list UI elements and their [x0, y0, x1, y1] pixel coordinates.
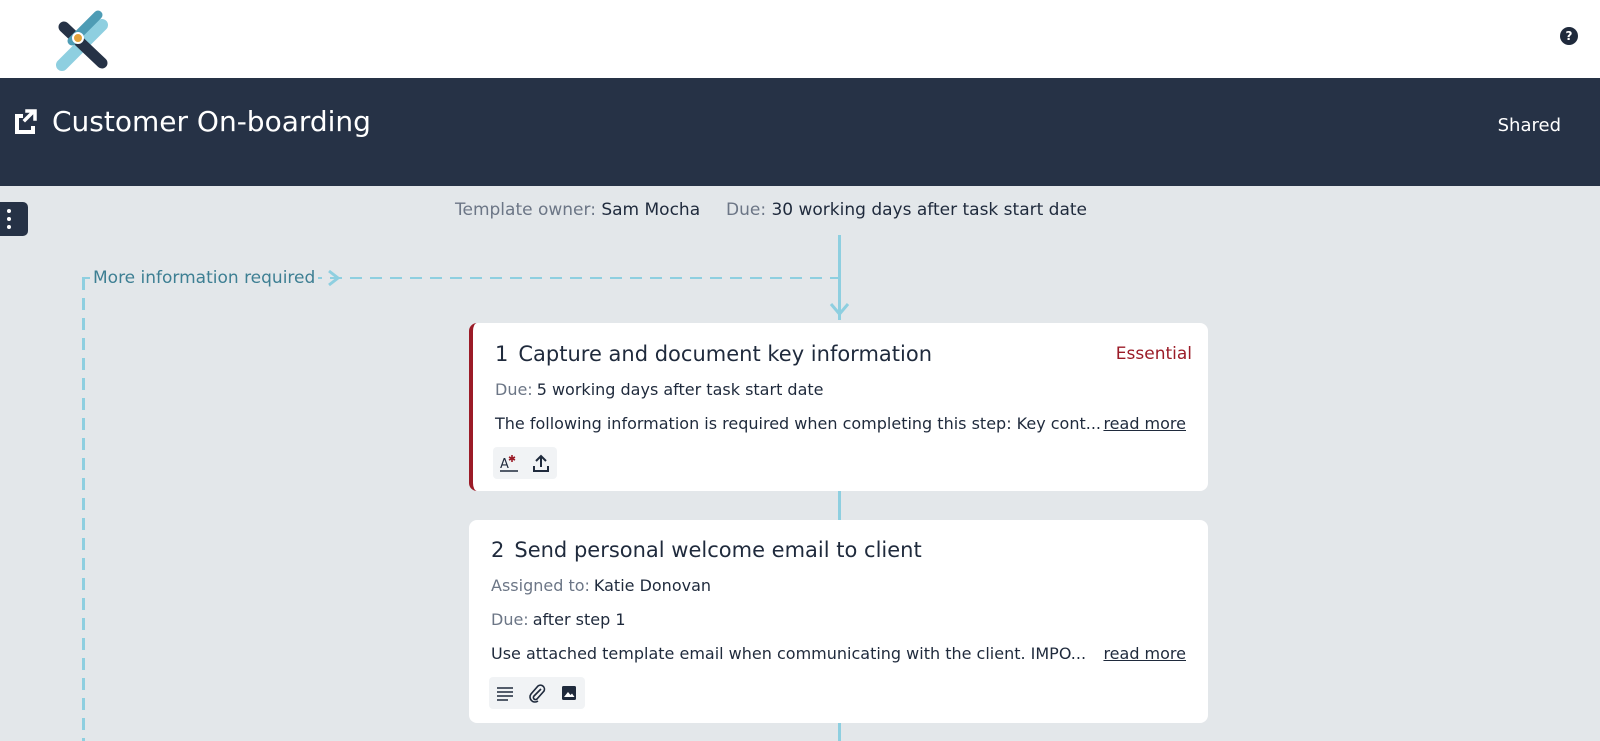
read-more-link[interactable]: read more — [1103, 414, 1186, 433]
step-title: 1 Capture and document key information — [495, 342, 932, 366]
side-menu-toggle[interactable] — [0, 202, 28, 236]
open-external-icon[interactable] — [11, 106, 39, 136]
process-header: Customer On-boarding Shared — [0, 78, 1600, 186]
loop-dashed-line — [82, 277, 90, 279]
step-assignee-value: Katie Donovan — [593, 576, 712, 595]
loop-label[interactable]: More information required — [90, 268, 319, 288]
menu-dot — [7, 225, 11, 229]
step-due: Due: after step 1 — [491, 610, 626, 629]
flow-connector — [838, 722, 841, 741]
step-title-text: Send personal welcome email to client — [514, 538, 922, 562]
menu-dot — [7, 209, 11, 213]
process-due: Due: 30 working days after task start da… — [726, 200, 1087, 220]
step-assignee-label: Assigned to: — [491, 576, 590, 595]
top-bar: ? — [0, 0, 1600, 78]
shared-status[interactable]: Shared — [1498, 115, 1561, 136]
template-owner: Template owner: Sam Mocha — [455, 200, 700, 220]
step-card[interactable]: 2 Send personal welcome email to client A… — [469, 520, 1208, 723]
logo-icon[interactable] — [48, 5, 114, 73]
attachment-icon[interactable] — [525, 681, 549, 705]
step-description: Use attached template email when communi… — [491, 644, 1087, 663]
step-number: 1 — [495, 342, 509, 366]
step-number: 2 — [491, 538, 505, 562]
step-due-label: Due: — [491, 610, 529, 629]
essential-badge: Essential — [1115, 344, 1192, 364]
help-icon[interactable]: ? — [1560, 27, 1578, 45]
menu-dot — [7, 217, 11, 221]
flow-connector — [838, 491, 841, 521]
template-owner-value: Sam Mocha — [601, 200, 701, 220]
form-field-icon[interactable]: A — [497, 451, 521, 475]
upload-icon[interactable] — [529, 451, 553, 475]
step-tools: A — [493, 447, 557, 479]
loop-dashed-line — [82, 278, 85, 741]
step-due-value: 5 working days after task start date — [536, 380, 824, 399]
loop-arrow-right-icon — [328, 269, 341, 287]
loop-dashed-line — [310, 277, 838, 279]
text-icon[interactable] — [493, 681, 517, 705]
read-more-link[interactable]: read more — [1103, 644, 1186, 663]
step-due: Due: 5 working days after task start date — [495, 380, 824, 399]
template-owner-label: Template owner: — [455, 200, 596, 220]
step-due-value: after step 1 — [532, 610, 626, 629]
page-title: Customer On-boarding — [52, 105, 371, 138]
step-title-text: Capture and document key information — [518, 342, 932, 366]
step-due-label: Due: — [495, 380, 533, 399]
svg-text:A: A — [500, 457, 509, 472]
step-title: 2 Send personal welcome email to client — [491, 538, 922, 562]
step-card[interactable]: 1 Capture and document key information Es… — [469, 323, 1208, 491]
process-due-label: Due: — [726, 200, 767, 220]
image-icon[interactable] — [557, 681, 581, 705]
step-assignee: Assigned to: Katie Donovan — [491, 576, 711, 595]
process-due-value: 30 working days after task start date — [771, 200, 1088, 220]
step-tools — [489, 677, 585, 709]
step-description: The following information is required wh… — [495, 414, 1102, 433]
flow-arrow-down-icon — [829, 303, 850, 317]
